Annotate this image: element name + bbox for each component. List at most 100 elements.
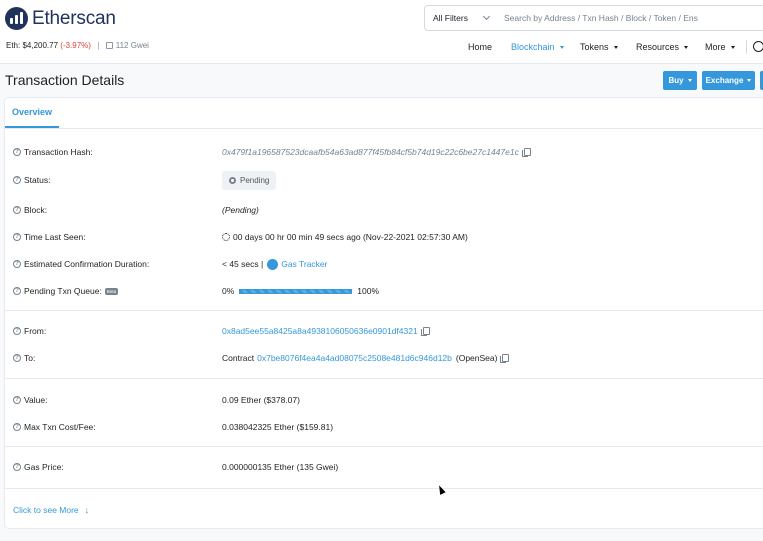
queue-progress-fill	[240, 289, 352, 293]
to-suffix: (OpenSea)	[455, 353, 498, 363]
eth-price: Eth: $4,200.77	[6, 41, 59, 50]
status-row: ? Status:	[13, 173, 50, 187]
gas-price-value: 0.000000135 Ether (135 Gwei)	[222, 462, 339, 472]
caret-down-icon	[613, 45, 618, 49]
max-fee-label: Max Txn Cost/Fee:	[24, 422, 96, 432]
nav-more[interactable]: More	[705, 40, 735, 54]
value-label: Value:	[24, 395, 48, 405]
help-icon[interactable]: ?	[13, 206, 21, 214]
tx-hash-row: ? Transaction Hash:	[13, 145, 93, 159]
etherscan-logo[interactable]: Etherscan	[5, 7, 116, 30]
block-value: (Pending)	[222, 205, 259, 215]
confirmation-row: ? Estimated Confirmation Duration:	[13, 257, 149, 271]
nav-resources[interactable]: Resources	[636, 40, 689, 54]
caret-down-icon	[559, 45, 564, 49]
time-last-seen-value-group: 00 days 00 hr 00 min 49 secs ago (Nov-22…	[222, 230, 468, 244]
help-icon[interactable]: ?	[13, 463, 21, 471]
section-divider	[5, 488, 763, 489]
gas-price-row: ? Gas Price:	[13, 460, 64, 474]
eth-price-bar: Eth: $4,200.77 (-3.97%) | 112 Gwei	[6, 41, 149, 50]
help-icon[interactable]: ?	[13, 176, 21, 184]
help-icon[interactable]: ?	[13, 287, 21, 295]
queue-value-group: 0% 100%	[222, 284, 379, 298]
help-icon[interactable]: ?	[13, 354, 21, 362]
confirmation-value: < 45 secs |	[222, 259, 264, 269]
user-account-icon[interactable]	[753, 41, 763, 52]
tab-overview[interactable]: Overview	[5, 98, 59, 128]
max-fee-row: ? Max Txn Cost/Fee:	[13, 420, 96, 434]
from-label: From:	[24, 326, 47, 336]
tx-hash-label: Transaction Hash:	[24, 147, 93, 157]
to-prefix: Contract	[222, 353, 255, 363]
caret-down-icon	[684, 45, 689, 49]
help-icon[interactable]: ?	[13, 148, 21, 156]
to-value-group: Contract 0x7be8076f4ea4a4ad08075c2508e48…	[222, 351, 510, 365]
from-row: ? From:	[13, 324, 46, 338]
gas-tracker-link[interactable]: Gas Tracker	[281, 259, 327, 269]
nav-divider	[746, 40, 747, 54]
queue-start: 0%	[222, 286, 235, 296]
eth-price-change: (-3.97%)	[60, 41, 91, 50]
filter-label: All Filters	[433, 13, 468, 23]
gas-price-link[interactable]: 112 Gwei	[116, 41, 149, 50]
section-divider	[5, 310, 763, 311]
copy-icon[interactable]	[521, 148, 531, 157]
to-row: ? To:	[13, 351, 35, 365]
tab-divider	[5, 128, 763, 129]
confirmation-label: Estimated Confirmation Duration:	[24, 259, 150, 269]
nav-blockchain[interactable]: Blockchain	[511, 40, 564, 54]
pending-icon	[229, 176, 236, 184]
gas-pump-icon	[105, 42, 113, 49]
exchange-button[interactable]: Exchange	[702, 71, 755, 90]
status-value-group: Pending	[222, 170, 277, 190]
section-divider	[5, 446, 763, 447]
queue-row: ? Pending Txn Queue: Beta	[13, 284, 119, 298]
block-row: ? Block:	[13, 203, 47, 217]
status-label: Status:	[24, 175, 51, 185]
to-address-link[interactable]: 0x7be8076f4ea4a4ad08075c2508e481d6c946d1…	[257, 353, 452, 363]
confirmation-value-group: < 45 secs | Gas Tracker	[222, 257, 328, 271]
chevron-down-icon	[482, 12, 491, 21]
search-input[interactable]	[497, 5, 763, 31]
search-filter-dropdown[interactable]: All Filters	[424, 5, 498, 31]
caret-down-icon	[730, 45, 735, 49]
spinner-icon	[222, 233, 230, 241]
from-value-group: 0x8ad5ee55a8425a8a4938106050636e0901df43…	[222, 324, 430, 338]
from-address-link[interactable]: 0x8ad5ee55a8425a8a4938106050636e0901df43…	[222, 326, 418, 336]
time-last-seen-label: Time Last Seen:	[24, 232, 86, 242]
block-label: Block:	[24, 205, 48, 215]
value-amount: 0.09 Ether ($378.07)	[222, 395, 300, 405]
tx-hash-value-group: 0x479f1a196587523dcaafb54a63ad877f45fb84…	[222, 145, 531, 159]
status-badge: Pending	[222, 170, 277, 190]
queue-progress-bar	[239, 288, 353, 294]
gas-tracker-icon	[267, 258, 279, 270]
max-fee-value: 0.038042325 Ether ($159.81)	[222, 422, 334, 432]
page-title: Transaction Details	[5, 72, 125, 88]
help-icon[interactable]: ?	[13, 233, 21, 241]
caret-down-icon	[687, 79, 692, 82]
nav-home[interactable]: Home	[468, 40, 492, 54]
arrow-down-icon: ↓	[84, 505, 90, 515]
copy-icon[interactable]	[420, 327, 430, 336]
price-separator: |	[97, 41, 100, 50]
logo-text: Etherscan	[32, 7, 116, 29]
time-last-seen-value: 00 days 00 hr 00 min 49 secs ago (Nov-22…	[233, 232, 468, 242]
caret-down-icon	[747, 79, 752, 82]
nav-tokens[interactable]: Tokens	[580, 40, 618, 54]
help-icon[interactable]: ?	[13, 327, 21, 335]
queue-label: Pending Txn Queue:	[24, 286, 102, 296]
transaction-details-card: Overview ? Transaction Hash: 0x479f1a196…	[4, 97, 763, 529]
help-icon[interactable]: ?	[13, 260, 21, 268]
status-text: Pending	[240, 175, 270, 185]
section-divider	[5, 378, 763, 379]
help-icon[interactable]: ?	[13, 423, 21, 431]
gas-price-label: Gas Price:	[24, 462, 64, 472]
see-more-link[interactable]: Click to see More ↓	[13, 505, 89, 515]
help-icon[interactable]: ?	[13, 396, 21, 404]
etherscan-logo-icon	[5, 7, 28, 30]
to-label: To:	[24, 353, 36, 363]
copy-icon[interactable]	[500, 354, 510, 363]
time-last-seen-row: ? Time Last Seen:	[13, 230, 86, 244]
buy-button[interactable]: Buy	[663, 71, 697, 90]
top-header: Etherscan Eth: $4,200.77 (-3.97%) | 112 …	[0, 0, 763, 64]
